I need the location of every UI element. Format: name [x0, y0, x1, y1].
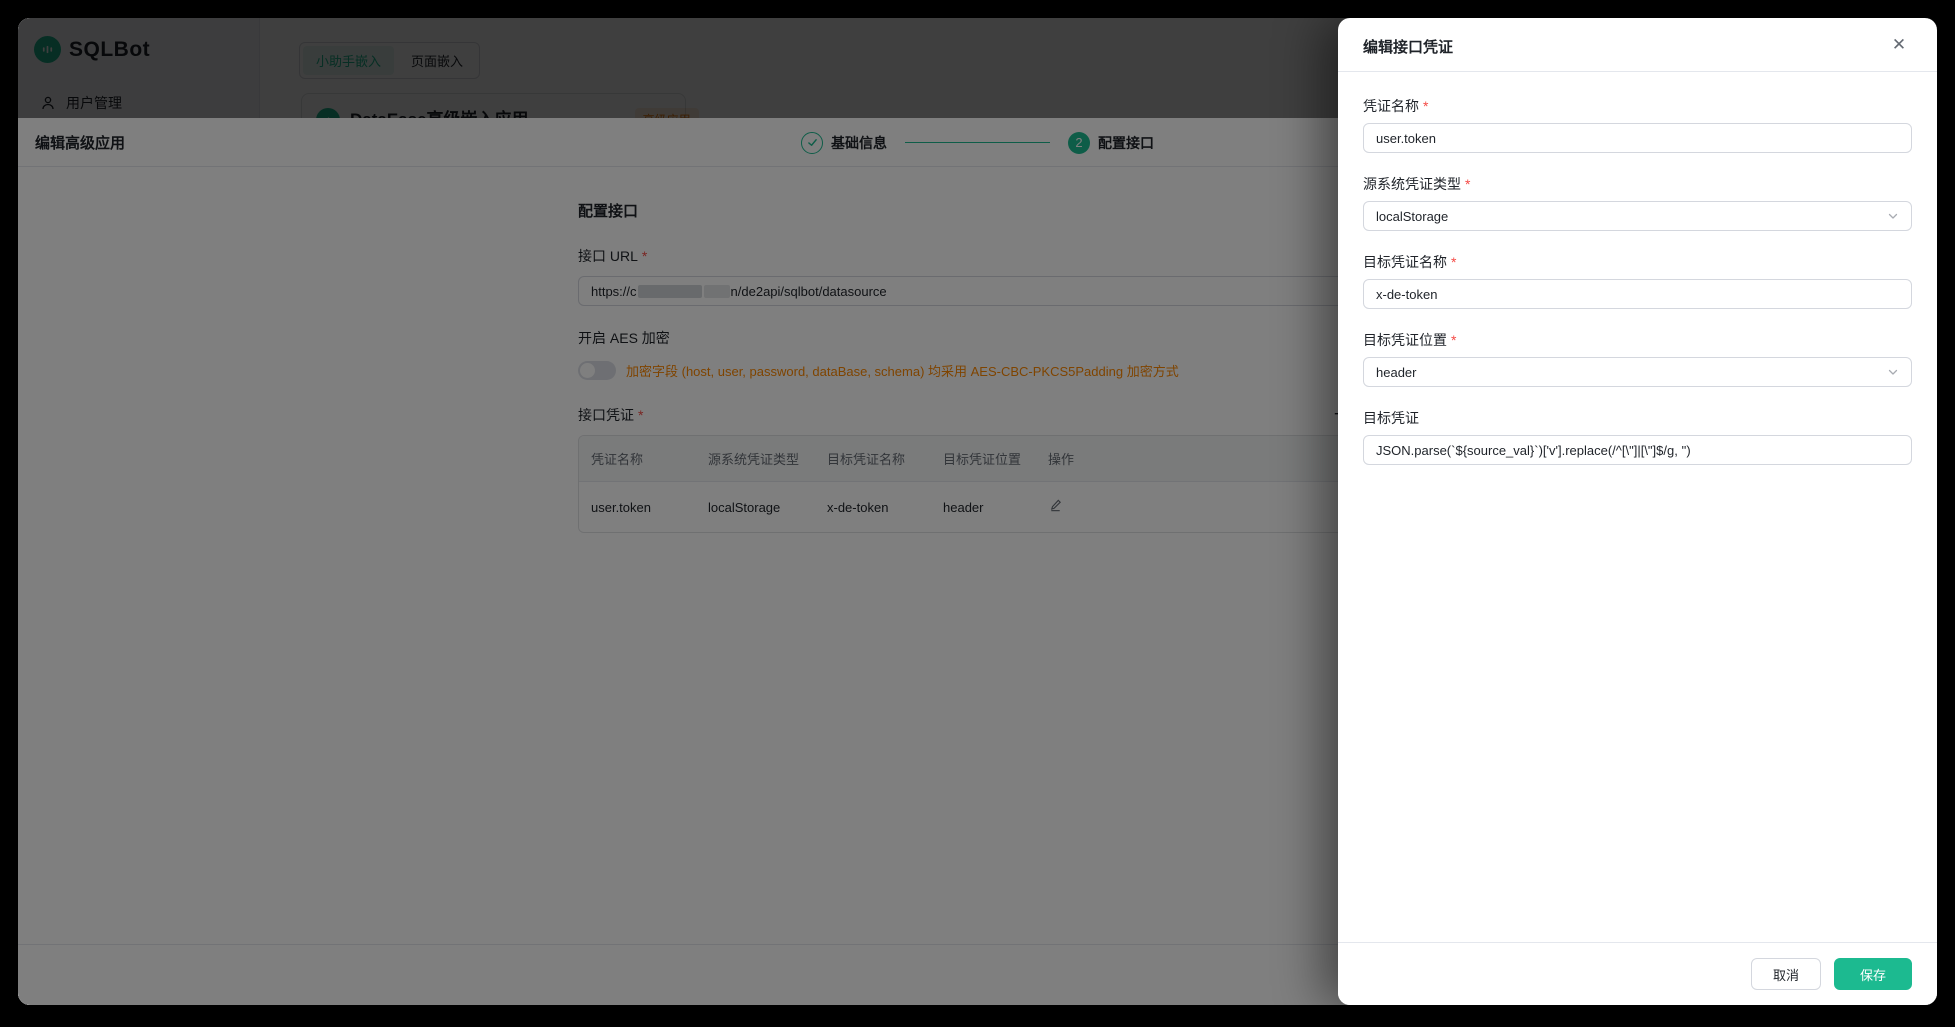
target-name-label: 目标凭证名称* — [1363, 252, 1912, 272]
required-asterisk: * — [1423, 98, 1428, 114]
drawer-title: 编辑接口凭证 — [1363, 36, 1453, 57]
required-asterisk: * — [1451, 332, 1456, 348]
drawer-header: 编辑接口凭证 ✕ — [1338, 18, 1937, 72]
select-value: localStorage — [1376, 209, 1448, 224]
target-position-label: 目标凭证位置* — [1363, 330, 1912, 350]
chevron-down-icon — [1887, 210, 1899, 222]
drawer-form: 凭证名称* 源系统凭证类型* localStorage 目标凭证名称* 目标凭证… — [1338, 72, 1937, 486]
save-button[interactable]: 保存 — [1834, 958, 1912, 990]
target-credential-label: 目标凭证 — [1363, 408, 1912, 428]
cancel-button[interactable]: 取消 — [1751, 958, 1821, 990]
required-asterisk: * — [1451, 254, 1456, 270]
target-name-input[interactable] — [1363, 279, 1912, 309]
required-asterisk: * — [1465, 176, 1470, 192]
select-value: header — [1376, 365, 1416, 380]
credential-name-label: 凭证名称* — [1363, 96, 1912, 116]
source-type-select[interactable]: localStorage — [1363, 201, 1912, 231]
source-type-label: 源系统凭证类型* — [1363, 174, 1912, 194]
drawer-footer: 取消 保存 — [1338, 942, 1937, 1005]
target-position-select[interactable]: header — [1363, 357, 1912, 387]
app-window: SQLBot 用户管理 小助手嵌入 页面嵌入 DataEase高级嵌入应用 — [18, 18, 1937, 1005]
screen: SQLBot 用户管理 小助手嵌入 页面嵌入 DataEase高级嵌入应用 — [0, 0, 1955, 1027]
target-credential-input[interactable] — [1363, 435, 1912, 465]
chevron-down-icon — [1887, 366, 1899, 378]
close-icon[interactable]: ✕ — [1889, 35, 1909, 55]
edit-credential-drawer: 编辑接口凭证 ✕ 凭证名称* 源系统凭证类型* localStorage 目标凭… — [1338, 18, 1937, 1005]
credential-name-input[interactable] — [1363, 123, 1912, 153]
